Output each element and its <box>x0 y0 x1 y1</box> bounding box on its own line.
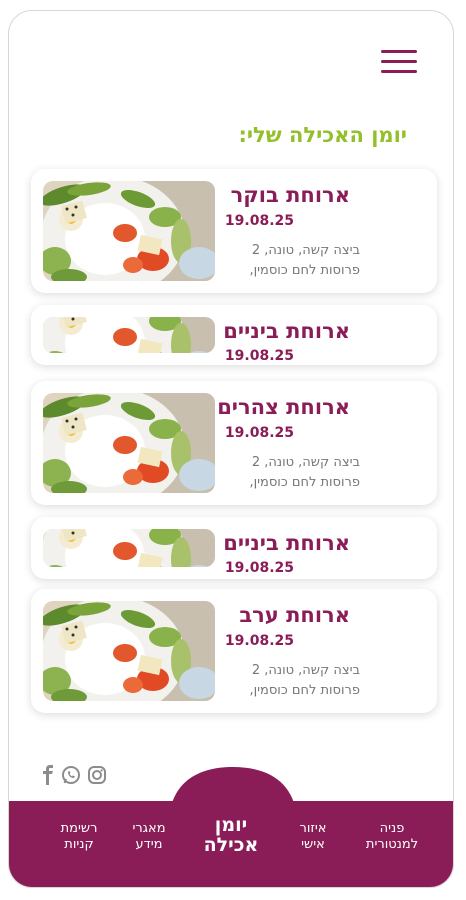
meal-description: ביצה קשה, טונה, 2 פרוסות לחם כוסמין, <box>249 455 360 490</box>
meal-image <box>43 601 215 701</box>
meal-date: 19.08.25 <box>224 348 294 364</box>
meal-date: 19.08.25 <box>224 213 294 229</box>
meal-description: ביצה קשה, טונה, 2 פרוסות לחם כוסמין, <box>249 243 360 278</box>
meal-name: ארוחת בוקר <box>230 183 350 207</box>
instagram-icon[interactable] <box>87 765 107 789</box>
nav-personal-area[interactable]: איזור אישי <box>283 821 343 853</box>
meal-card-snack[interactable]: ארוחת ביניים 19.08.25 <box>31 305 437 365</box>
meal-name: ארוחת ביניים <box>223 531 350 555</box>
nav-shopping-list[interactable]: רשימת קניות <box>49 821 109 853</box>
meal-image <box>43 317 215 353</box>
page-title: יומן האכילה שלי: <box>238 123 407 147</box>
nav-database[interactable]: מאגרי מידע <box>119 821 179 853</box>
meal-description: ביצה קשה, טונה, 2 פרוסות לחם כוסמין, <box>249 663 360 698</box>
meal-card-breakfast[interactable]: ארוחת בוקר 19.08.25 ביצה קשה, טונה, 2 פר… <box>31 169 437 293</box>
nav-contact-mentor[interactable]: פניה למנטורית <box>355 821 429 853</box>
meal-image <box>43 181 215 281</box>
meal-name: ארוחת צהרים <box>217 395 350 419</box>
bottom-nav: רשימת קניות מאגרי מידע יומן אכילה איזור אישי… <box>9 767 453 887</box>
meal-date: 19.08.25 <box>224 633 294 649</box>
meal-image <box>43 529 215 567</box>
meal-card-dinner[interactable]: ארוחת ערב 19.08.25 ביצה קשה, טונה, 2 פרו… <box>31 589 437 713</box>
phone-frame: יומן האכילה שלי: ארוחת בוקר 19.08.25 ביצ… <box>8 10 454 888</box>
hamburger-menu-icon[interactable] <box>381 47 417 77</box>
meal-date: 19.08.25 <box>224 560 294 576</box>
whatsapp-icon[interactable] <box>61 765 81 789</box>
social-links <box>41 765 107 789</box>
nav-food-diary[interactable]: יומן אכילה <box>191 815 271 855</box>
meal-card-snack[interactable]: ארוחת ביניים 19.08.25 <box>31 517 437 579</box>
meal-name: ארוחת ערב <box>239 603 350 627</box>
meal-date: 19.08.25 <box>224 425 294 441</box>
meal-card-lunch[interactable]: ארוחת צהרים 19.08.25 ביצה קשה, טונה, 2 פ… <box>31 381 437 505</box>
meal-image <box>43 393 215 493</box>
meal-name: ארוחת ביניים <box>223 319 350 343</box>
bottom-nav-center-bump <box>169 767 297 817</box>
facebook-icon[interactable] <box>41 765 55 789</box>
